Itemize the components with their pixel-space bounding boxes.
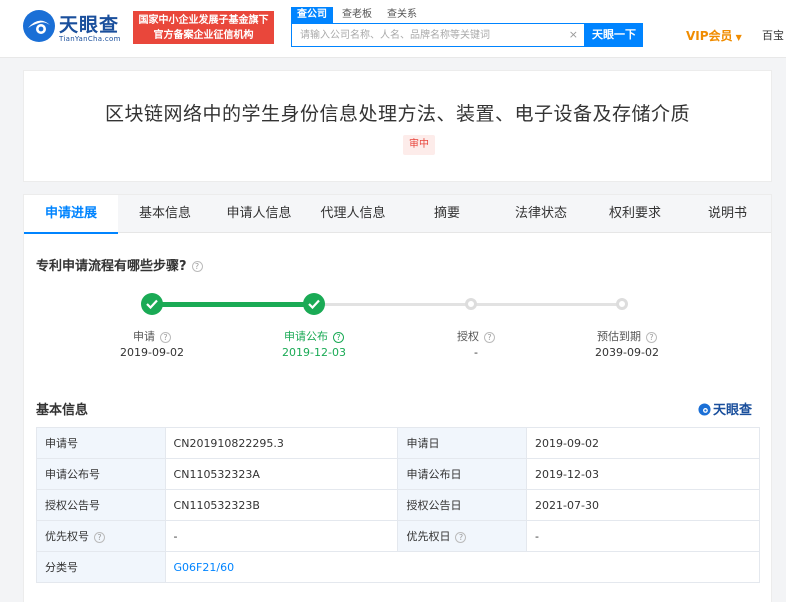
tab-agent-info[interactable]: 代理人信息: [306, 195, 400, 233]
step-label-text: 预估到期: [597, 330, 641, 343]
search-input[interactable]: [292, 24, 562, 46]
tab-legal-status[interactable]: 法律状态: [494, 195, 588, 233]
page-title: 区块链网络中的学生身份信息处理方法、装置、电子设备及存储介质: [104, 103, 690, 125]
tab-abstract[interactable]: 摘要: [400, 195, 494, 233]
classification-link[interactable]: G06F21/60: [164, 551, 761, 583]
patent-detail-card: 申请进展 基本信息 申请人信息 代理人信息 摘要 法律状态 权利要求 说明书 专…: [23, 194, 772, 602]
site-logo[interactable]: 天眼查 TianYanCha.com: [22, 9, 126, 49]
table-row: 申请号 CN201910822295.3 申请日 2019-09-02: [36, 427, 760, 459]
process-question-text: 专利申请流程有哪些步骤?: [36, 259, 187, 274]
field-value: 2021-07-30: [526, 489, 760, 521]
patent-title-card: 区块链网络中的学生身份信息处理方法、装置、电子设备及存储介质 审中: [23, 70, 772, 182]
watermark-text: 天眼查: [713, 403, 753, 418]
progress-fill: [152, 302, 314, 307]
logo-subtitle: TianYanCha.com: [59, 35, 121, 43]
field-label: 授权公告日: [397, 489, 528, 521]
status-badge: 审中: [403, 135, 435, 155]
field-label: 分类号: [36, 551, 166, 583]
tianyancha-watermark: 天眼查: [698, 399, 752, 418]
basic-info-table: 申请号 CN201910822295.3 申请日 2019-09-02 申请公布…: [36, 427, 761, 583]
step-node-apply: [141, 293, 163, 315]
badge-line-1: 国家中小企业发展子基金旗下: [138, 15, 269, 26]
search-tab-relation[interactable]: 查关系: [387, 7, 417, 23]
search-tab-company[interactable]: 查公司: [291, 7, 333, 23]
help-icon[interactable]: ?: [484, 331, 495, 343]
caret-down-icon: ▼: [735, 33, 742, 42]
step-label-apply: 申请?: [92, 328, 212, 344]
basic-info-title: 基本信息: [36, 403, 89, 418]
process-question: 专利申请流程有哪些步骤??: [36, 255, 203, 274]
step-node-publish: [303, 293, 325, 315]
table-row: 授权公告号 CN110532323B 授权公告日 2021-07-30: [36, 489, 760, 521]
vip-member-menu[interactable]: VIP会员 ▼: [686, 27, 742, 44]
step-label-grant: 授权?: [416, 328, 536, 344]
badge-line-2: 官方备案企业征信机构: [153, 30, 254, 41]
check-icon: [308, 299, 320, 309]
field-label: 优先权号: [45, 530, 89, 543]
vip-label: VIP会员: [686, 29, 733, 43]
certification-badge: 国家中小企业发展子基金旗下 官方备案企业征信机构: [133, 11, 274, 44]
step-label-text: 申请公布: [284, 330, 328, 343]
field-label: 优先权日: [406, 530, 451, 543]
help-icon[interactable]: ?: [160, 331, 171, 343]
header-extra-link[interactable]: 百宝: [762, 27, 784, 43]
field-value: -: [164, 520, 399, 552]
step-node-grant: [465, 298, 477, 310]
field-label: 申请公布号: [36, 458, 166, 490]
tab-description[interactable]: 说明书: [682, 195, 773, 233]
help-icon[interactable]: ?: [333, 331, 344, 343]
field-label: 申请号: [36, 427, 166, 459]
tab-basic-info[interactable]: 基本信息: [118, 195, 212, 233]
step-date-publish: 2019-12-03: [282, 346, 346, 359]
clear-icon[interactable]: ×: [569, 28, 578, 41]
tab-claims[interactable]: 权利要求: [588, 195, 682, 233]
application-progress: 申请? 申请公布? 授权? 预估到期? 2019-09-02 2019-12-0…: [24, 290, 773, 370]
field-value: CN110532323A: [164, 458, 399, 490]
step-node-expire: [616, 298, 628, 310]
tab-application-progress[interactable]: 申请进展: [24, 195, 118, 234]
check-icon: [146, 299, 158, 309]
step-label-text: 申请: [133, 330, 155, 343]
field-label-with-help: 优先权号?: [36, 520, 166, 552]
tab-applicant-info[interactable]: 申请人信息: [212, 195, 306, 233]
field-label: 授权公告号: [36, 489, 166, 521]
table-row: 分类号 G06F21/60: [36, 551, 761, 583]
field-label: 申请公布日: [397, 458, 528, 490]
logo-eye-icon: [23, 10, 55, 42]
detail-tabs: 申请进展 基本信息 申请人信息 代理人信息 摘要 法律状态 权利要求 说明书: [24, 195, 773, 234]
help-icon[interactable]: ?: [94, 531, 105, 543]
help-icon[interactable]: ?: [455, 531, 467, 543]
step-label-text: 授权: [457, 330, 479, 343]
logo-text: 天眼查: [59, 14, 120, 36]
step-label-expire: 预估到期?: [567, 328, 687, 344]
field-value: 2019-12-03: [526, 458, 760, 490]
search-tab-boss[interactable]: 查老板: [342, 7, 372, 23]
field-value: CN110532323B: [164, 489, 399, 521]
logo-eye-icon: [698, 403, 711, 416]
help-icon[interactable]: ?: [191, 261, 203, 272]
help-icon[interactable]: ?: [646, 331, 657, 343]
field-value: -: [526, 520, 760, 552]
step-date-expire: 2039-09-02: [595, 346, 659, 359]
field-value: 2019-09-02: [526, 427, 760, 459]
step-label-publish: 申请公布?: [254, 328, 374, 344]
search-button[interactable]: 天眼一下: [585, 23, 643, 47]
field-label-with-help: 优先权日?: [397, 520, 528, 552]
table-row: 申请公布号 CN110532323A 申请公布日 2019-12-03: [36, 458, 760, 490]
top-header: 天眼查 TianYanCha.com 国家中小企业发展子基金旗下 官方备案企业征…: [0, 0, 786, 58]
field-label: 申请日: [397, 427, 528, 459]
step-date-grant: -: [474, 346, 478, 359]
search-box: ×: [291, 23, 585, 47]
field-value: CN201910822295.3: [164, 427, 399, 459]
table-row: 优先权号? - 优先权日? -: [36, 520, 760, 552]
step-date-apply: 2019-09-02: [120, 346, 184, 359]
